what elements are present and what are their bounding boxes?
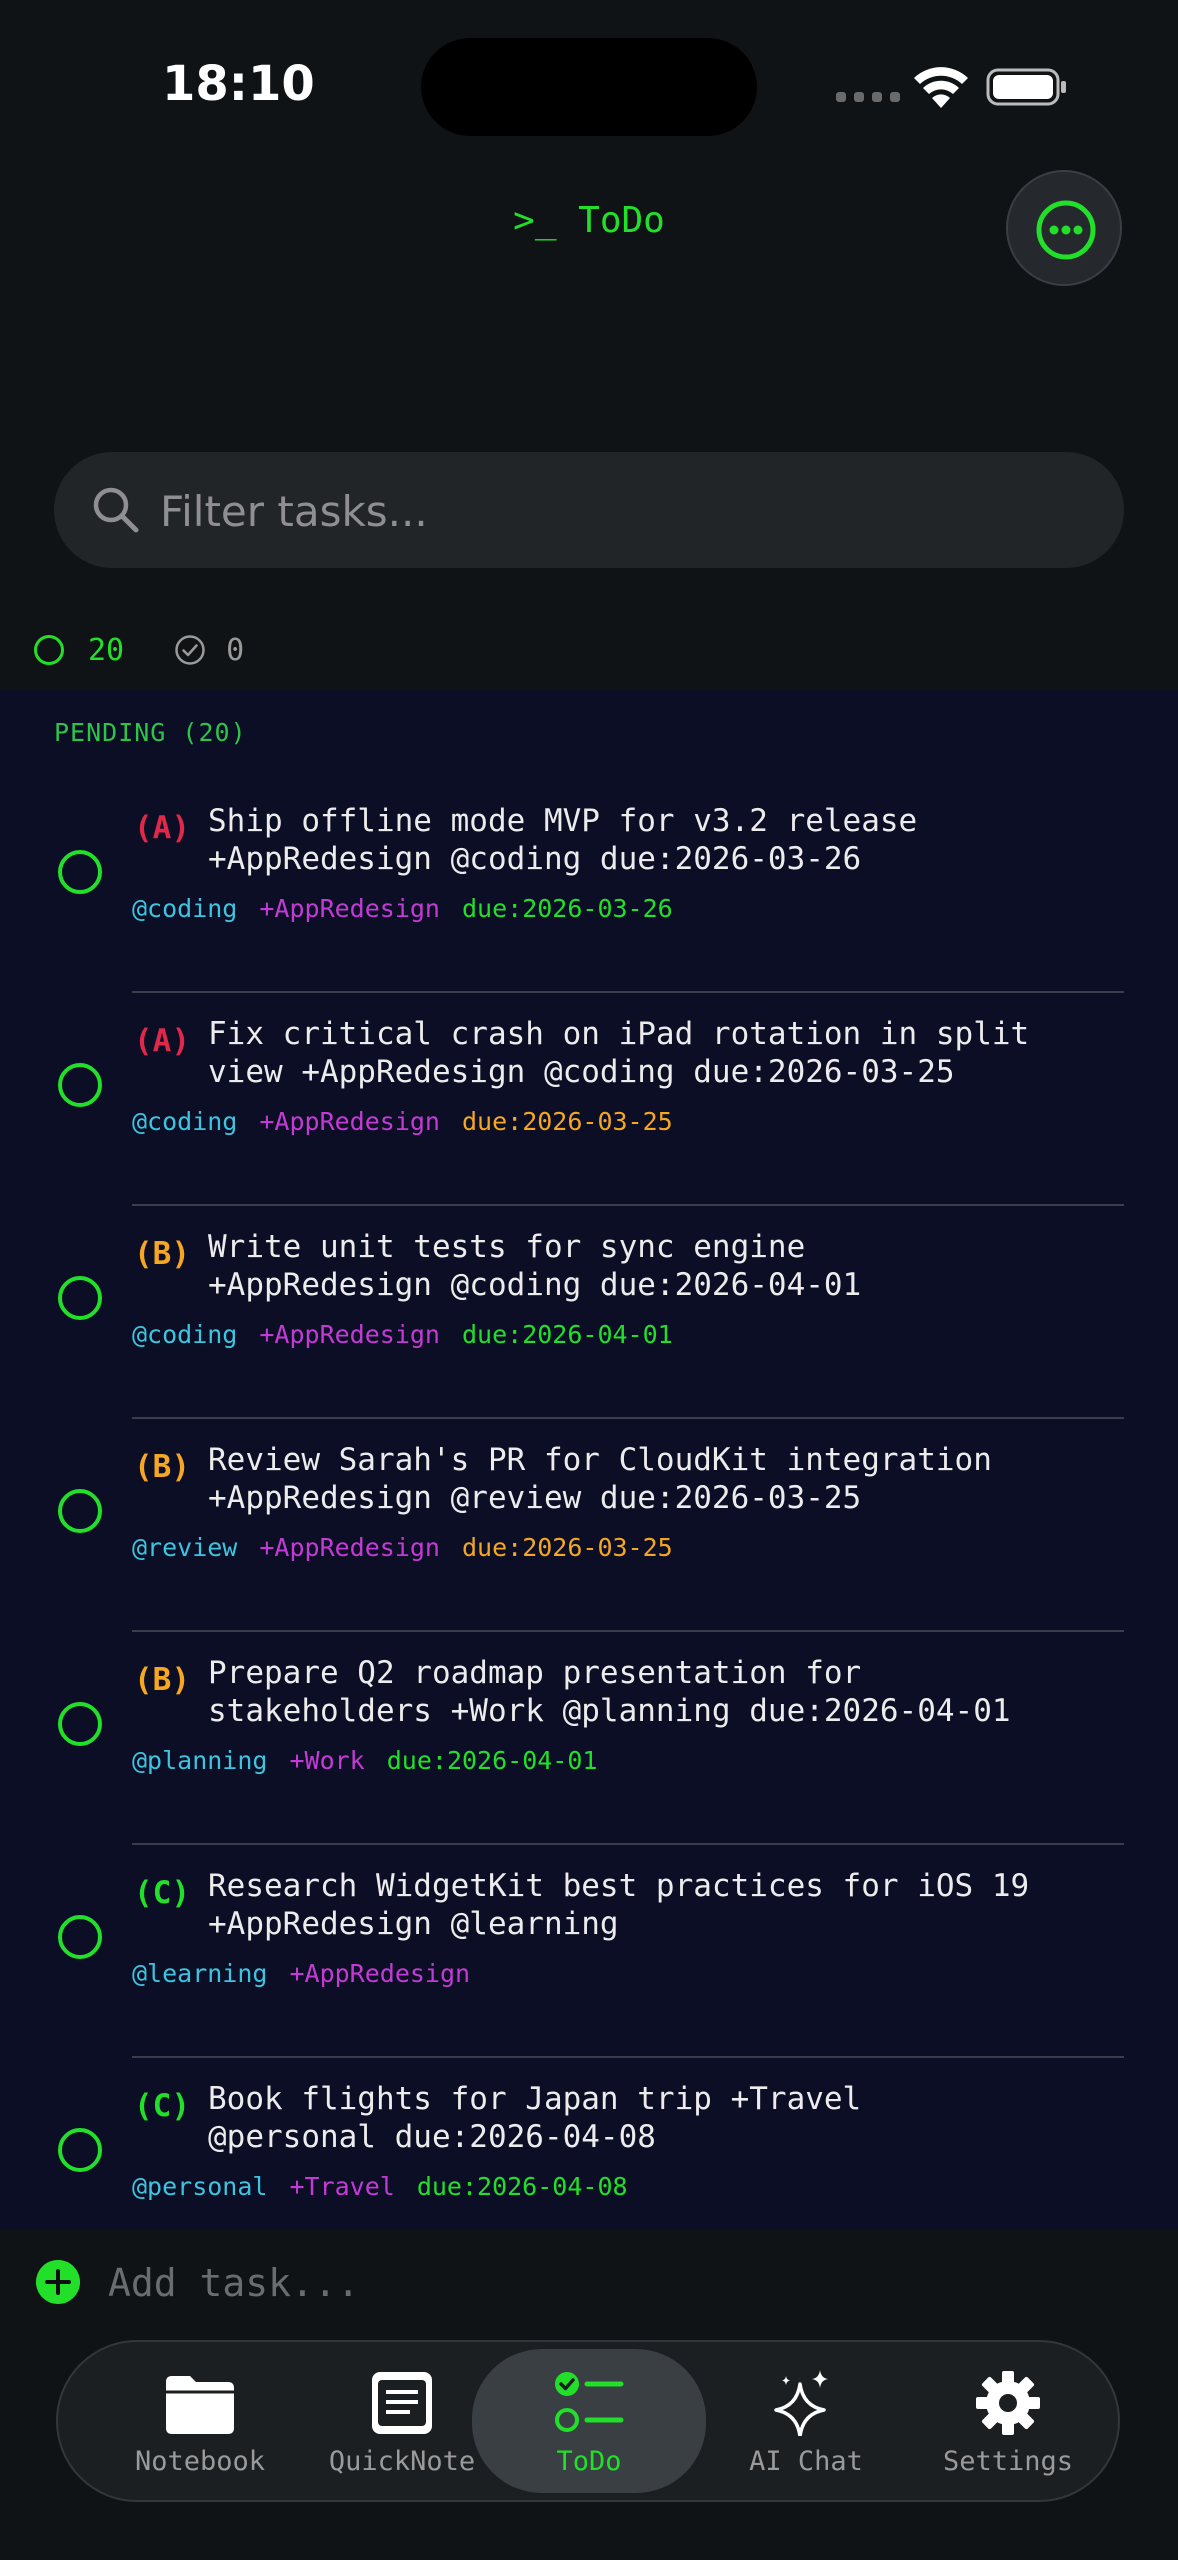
task-project: +Work <box>289 1746 365 1775</box>
task-row[interactable]: (A) Fix critical crash on iPad rotation … <box>0 993 1178 1206</box>
wifi-icon <box>914 67 968 108</box>
task-list[interactable]: PENDING (20) (A) Ship offline mode MVP f… <box>0 690 1178 2230</box>
task-checkbox[interactable] <box>58 1489 102 1533</box>
task-row[interactable]: (C) Research WidgetKit best practices fo… <box>0 1845 1178 2058</box>
task-context: @personal <box>132 2172 268 2201</box>
pending-count: 20 <box>88 632 125 668</box>
task-project: +AppRedesign <box>259 894 440 923</box>
dynamic-island <box>421 38 757 136</box>
section-header: PENDING (20) <box>54 718 247 747</box>
task-row[interactable]: (B) Review Sarah's PR for CloudKit integ… <box>0 1419 1178 1632</box>
plus-circle-icon[interactable] <box>36 2260 80 2304</box>
gear-icon <box>976 2371 1040 2435</box>
task-text: Review Sarah's PR for CloudKit integrati… <box>208 1442 992 1516</box>
ellipsis-circle-icon <box>1036 200 1096 260</box>
tab-label: ToDo <box>556 2446 622 2477</box>
folder-icon <box>166 2376 234 2434</box>
task-context: @coding <box>132 1107 238 1136</box>
check-circle-icon <box>175 635 205 665</box>
status-time: 18:10 <box>162 56 315 112</box>
task-row[interactable]: (A) Ship offline mode MVP for v3.2 relea… <box>0 780 1178 993</box>
task-context: @learning <box>132 1959 268 1988</box>
checklist-icon <box>555 2372 624 2432</box>
add-task-input[interactable] <box>106 2254 1110 2312</box>
task-checkbox[interactable] <box>58 1702 102 1746</box>
search-input[interactable] <box>158 480 1062 542</box>
search-bar[interactable] <box>54 452 1124 568</box>
task-due: due:2026-03-25 <box>461 1533 673 1562</box>
task-priority: (C) <box>134 1875 190 1911</box>
more-button[interactable] <box>1006 170 1122 286</box>
tab-label: Settings <box>942 2446 1074 2477</box>
task-priority: (B) <box>134 1662 190 1698</box>
task-context: @coding <box>132 1320 238 1349</box>
task-text: Write unit tests for sync engine +AppRed… <box>208 1229 862 1303</box>
task-priority: (A) <box>134 1023 190 1059</box>
tab-label: AI Chat <box>749 2446 863 2477</box>
task-priority: (B) <box>134 1449 190 1485</box>
task-checkbox[interactable] <box>58 850 102 894</box>
task-context: @review <box>132 1533 238 1562</box>
task-text: Fix critical crash on iPad rotation in s… <box>208 1016 1030 1090</box>
tab-todo[interactable]: ToDo <box>472 2349 706 2493</box>
task-project: +AppRedesign <box>259 1533 440 1562</box>
cellular-signal-icon <box>836 92 900 102</box>
search-icon <box>93 487 139 533</box>
tab-ai-chat[interactable]: AI Chat <box>706 2342 906 2500</box>
sparkles-icon <box>774 2370 828 2436</box>
task-text: Book flights for Japan trip +Travel @per… <box>208 2081 862 2155</box>
task-due: due:2026-03-25 <box>461 1107 673 1136</box>
task-checkbox[interactable] <box>58 2128 102 2172</box>
task-project: +Travel <box>289 2172 395 2201</box>
tab-bar: Notebook QuickNote ToDo AI Chat Settings <box>56 2340 1120 2502</box>
task-project: +AppRedesign <box>289 1959 471 1988</box>
task-due: due:2026-04-01 <box>461 1320 673 1349</box>
task-row[interactable]: (B) Prepare Q2 roadmap presentation for … <box>0 1632 1178 1845</box>
task-project: +AppRedesign <box>259 1107 440 1136</box>
task-text: Prepare Q2 roadmap presentation for stak… <box>208 1655 1011 1729</box>
task-due: due:2026-03-26 <box>461 894 673 923</box>
task-text: Ship offline mode MVP for v3.2 release +… <box>208 803 918 877</box>
add-task-bar[interactable] <box>0 2230 1178 2334</box>
task-checkbox[interactable] <box>58 1276 102 1320</box>
task-priority: (C) <box>134 2088 190 2124</box>
done-count: 0 <box>226 632 245 668</box>
task-checkbox[interactable] <box>58 1063 102 1107</box>
task-priority: (B) <box>134 1236 190 1272</box>
task-checkbox[interactable] <box>58 1915 102 1959</box>
task-counts: 20 0 <box>34 628 244 672</box>
note-icon <box>372 2372 432 2434</box>
task-priority: (A) <box>134 810 190 846</box>
tab-notebook[interactable]: Notebook <box>100 2342 300 2500</box>
task-row[interactable]: (B) Write unit tests for sync engine +Ap… <box>0 1206 1178 1419</box>
task-text: Research WidgetKit best practices for iO… <box>208 1868 1030 1942</box>
status-bar: 18:10 <box>0 0 1178 150</box>
battery-icon <box>986 68 1066 106</box>
task-due: due:2026-04-01 <box>386 1746 598 1775</box>
pending-circle-icon <box>34 635 64 665</box>
task-context: @coding <box>132 894 238 923</box>
tab-settings[interactable]: Settings <box>908 2342 1108 2500</box>
task-project: +AppRedesign <box>259 1320 440 1349</box>
task-row[interactable]: (C) Book flights for Japan trip +Travel … <box>0 2058 1178 2230</box>
task-context: @planning <box>132 1746 268 1775</box>
page-title: >_ ToDo <box>513 200 665 241</box>
task-due: due:2026-04-08 <box>416 2172 628 2201</box>
tab-label: Notebook <box>134 2446 266 2477</box>
